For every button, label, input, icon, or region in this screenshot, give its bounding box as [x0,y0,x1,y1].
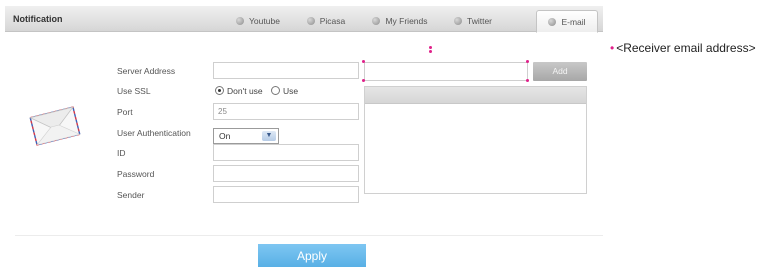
marker-dot [362,79,365,82]
receiver-list-header [365,87,586,104]
apply-button[interactable]: Apply [258,244,366,267]
tab-picasa[interactable]: Picasa [295,10,357,32]
user-auth-label: User Authentication [117,128,191,138]
chevron-down-icon[interactable]: ▼ [262,131,276,141]
tab-my-friends[interactable]: My Friends [363,10,437,32]
receiver-email-input[interactable] [364,62,528,81]
marker-dot [429,46,432,49]
tab-twitter[interactable]: Twitter [442,10,504,32]
sender-label: Sender [117,190,145,200]
tab-label: My Friends [385,16,428,26]
picasa-icon [306,17,315,25]
radio-use-circle[interactable] [271,86,281,95]
radio-dont-use-circle[interactable] [215,86,224,95]
user-auth-value: On [219,131,231,141]
marker-dot [429,50,432,53]
tab-youtube[interactable]: Youtube [227,10,289,32]
receiver-email-annotation: • <Receiver email address> [610,41,756,55]
annotation-text: <Receiver email address> [616,41,756,55]
email-icon [548,18,557,26]
tab-label: E-mail [561,17,586,27]
id-label: ID [117,148,126,158]
sender-input[interactable] [213,186,359,203]
server-address-label: Server Address [117,66,176,76]
password-input[interactable] [213,165,359,182]
server-address-input[interactable] [213,62,359,79]
tab-label: Twitter [466,16,493,26]
use-ssl-label: Use SSL [117,86,151,96]
panel-header: Notification Youtube Picasa My Friends T… [5,6,603,33]
add-button[interactable]: Add [533,62,587,81]
radio-use-label: Use [283,86,299,96]
notification-panel: Notification Youtube Picasa My Friends T… [5,6,603,267]
divider [15,235,603,236]
my-friends-icon [372,17,381,25]
port-input[interactable] [213,103,359,120]
receiver-list[interactable] [364,86,587,194]
password-label: Password [117,169,155,179]
radio-dont-use[interactable]: Don't use [215,86,263,96]
radio-dont-use-label: Don't use [227,86,263,96]
use-ssl-radio-group: Don't use Use [215,86,304,96]
panel-title: Notification [13,14,63,24]
tab-label: Youtube [249,16,280,26]
marker-dot [526,60,529,63]
annotation-bullet: • [610,41,615,55]
tab-email[interactable]: E-mail [536,10,598,33]
id-input[interactable] [213,144,359,161]
envelope-icon [29,106,81,146]
twitter-icon [453,17,462,25]
youtube-icon [236,17,245,25]
marker-dot [526,79,529,82]
port-label: Port [117,107,133,117]
user-auth-select[interactable]: On ▼ [213,128,279,144]
radio-use[interactable]: Use [271,86,298,96]
marker-dot [362,60,365,63]
tab-label: Picasa [319,16,346,26]
